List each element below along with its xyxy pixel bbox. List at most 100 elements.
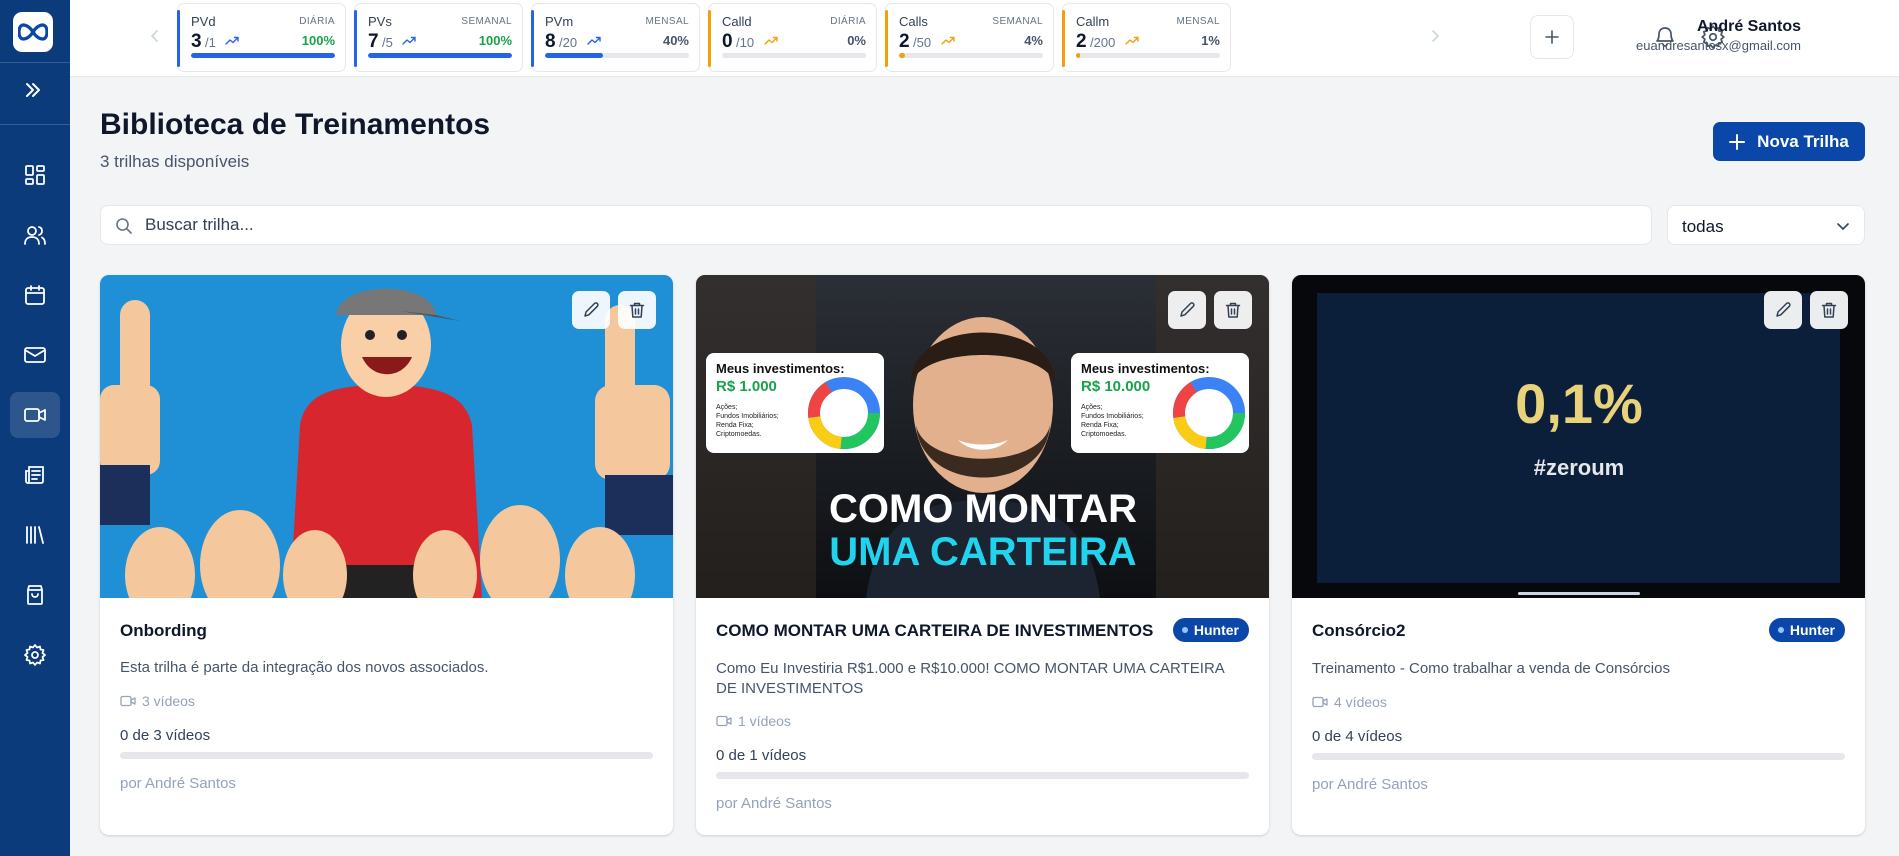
track-title: Onbording bbox=[120, 621, 207, 640]
kpi-progress-fill bbox=[899, 53, 905, 58]
kpi-percent: 100% bbox=[301, 33, 335, 48]
delete-button[interactable] bbox=[1810, 291, 1848, 329]
delete-button[interactable] bbox=[1214, 291, 1252, 329]
app-logo[interactable] bbox=[13, 12, 53, 52]
expand-sidebar-button[interactable] bbox=[17, 76, 49, 104]
kpi-card-pvd[interactable]: PVd DIÁRIA 3/1 100% bbox=[177, 3, 346, 72]
sidebar-item-store[interactable] bbox=[10, 572, 60, 618]
kpi-percent: 40% bbox=[662, 33, 689, 48]
edit-button[interactable] bbox=[1764, 291, 1802, 329]
kpi-name: PVd bbox=[191, 14, 216, 29]
video-icon bbox=[716, 715, 732, 727]
new-track-button[interactable]: Nova Trilha bbox=[1713, 122, 1865, 161]
user-name: André Santos bbox=[1696, 18, 1801, 35]
sidebar-item-library[interactable] bbox=[10, 512, 60, 558]
track-description: Esta trilha é parte da integração dos no… bbox=[120, 659, 489, 676]
panel-left-title: Meus investimentos: bbox=[716, 361, 845, 376]
kpi-accent-bar bbox=[1062, 10, 1065, 67]
shopping-bag-icon bbox=[27, 585, 43, 605]
kpi-target: /1 bbox=[205, 35, 216, 50]
kpi-name: Callm bbox=[1076, 14, 1110, 29]
sidebar-item-dashboard[interactable] bbox=[10, 152, 60, 198]
track-description: Como Eu Investiria R$1.000 e R$10.000! C… bbox=[716, 660, 1224, 697]
track-title: Consórcio2 bbox=[1312, 621, 1406, 640]
kpi-card-calld[interactable]: Calld DIÁRIA 0/10 0% bbox=[708, 3, 877, 72]
kpi-accent-bar bbox=[708, 10, 711, 67]
kpi-next-button[interactable] bbox=[1425, 26, 1445, 46]
search-input[interactable] bbox=[145, 206, 1635, 244]
trash-icon bbox=[1821, 302, 1837, 318]
kpi-period: SEMANAL bbox=[992, 16, 1043, 27]
panel-left-item: Fundos Imobiliários; bbox=[716, 413, 779, 420]
user-email: euandresantosx@gmail.com bbox=[1636, 38, 1801, 53]
progress-bar bbox=[120, 752, 653, 759]
chevron-right-icon bbox=[1432, 30, 1440, 42]
plus-icon bbox=[1729, 133, 1746, 150]
panel-right-title: Meus investimentos: bbox=[1081, 361, 1210, 376]
kpi-progress-fill bbox=[1076, 53, 1081, 58]
kpi-period: DIÁRIA bbox=[830, 16, 866, 27]
pencil-icon bbox=[584, 302, 599, 317]
sidebar-item-trainings[interactable] bbox=[10, 392, 60, 438]
sidebar-item-settings[interactable] bbox=[10, 632, 60, 678]
progress-label: 0 de 1 vídeos bbox=[716, 747, 807, 764]
topbar: PVd DIÁRIA 3/1 100% PVs SEMANAL 7/5 100% PVm MENS… bbox=[70, 0, 1899, 77]
track-card[interactable]: 0,1% #zeroum Consórcio2 Hunter Treinamen… bbox=[1292, 275, 1865, 835]
sidebar-item-users[interactable] bbox=[10, 212, 60, 258]
kpi-accent-bar bbox=[354, 10, 357, 67]
track-description: Treinamento - Como trabalhar a venda de … bbox=[1312, 660, 1670, 677]
track-card[interactable]: Meus investimentos: R$ 1.000 Ações; Fund… bbox=[696, 275, 1269, 835]
video-icon bbox=[24, 408, 46, 422]
panel-right-item: Renda Fixa; bbox=[1081, 422, 1119, 429]
badge-dot bbox=[1777, 627, 1784, 633]
video-count-label: 4 vídeos bbox=[1334, 694, 1387, 710]
kpi-progress-track bbox=[899, 53, 1043, 58]
new-track-label: Nova Trilha bbox=[1757, 131, 1849, 151]
search-icon bbox=[116, 218, 132, 234]
thumb-headline-1: COMO MONTAR bbox=[829, 487, 1137, 531]
kpi-accent-bar bbox=[177, 10, 180, 67]
video-icon bbox=[1312, 696, 1328, 708]
video-count: 4 vídeos bbox=[1312, 694, 1387, 710]
filter-select[interactable]: todas bbox=[1667, 205, 1865, 245]
delete-button[interactable] bbox=[618, 291, 656, 329]
track-title: COMO MONTAR UMA CARTEIRA DE INVESTIMENTO… bbox=[716, 621, 1154, 640]
kpi-progress-track bbox=[1076, 53, 1220, 58]
kpi-percent: 100% bbox=[478, 33, 512, 48]
track-card[interactable]: Onbording Esta trilha é parte da integra… bbox=[100, 275, 673, 835]
page-title: Biblioteca de Treinamentos bbox=[100, 108, 491, 141]
badge-dot bbox=[1181, 627, 1188, 633]
sidebar-item-calendar[interactable] bbox=[10, 272, 60, 318]
kpi-prev-button[interactable] bbox=[145, 26, 165, 46]
kpi-value: 7 bbox=[368, 31, 379, 52]
users-icon bbox=[24, 226, 46, 245]
kpi-progress-track bbox=[368, 53, 512, 58]
panel-right-item: Criptomoedas. bbox=[1081, 431, 1127, 438]
edit-button[interactable] bbox=[572, 291, 610, 329]
trend-up-icon bbox=[586, 36, 601, 45]
kpi-percent: 0% bbox=[847, 33, 866, 48]
pencil-icon bbox=[1776, 302, 1791, 317]
kpi-period: MENSAL bbox=[645, 16, 689, 27]
kpi-card-pvm[interactable]: PVm MENSAL 8/20 40% bbox=[531, 3, 700, 72]
edit-button[interactable] bbox=[1168, 291, 1206, 329]
kpi-value: 2 bbox=[1076, 31, 1087, 52]
sidebar-item-news[interactable] bbox=[10, 452, 60, 498]
category-badge: Hunter bbox=[1172, 618, 1249, 642]
kpi-name: PVs bbox=[368, 14, 392, 29]
kpi-progress-fill bbox=[191, 53, 335, 58]
thumb-headline-2: UMA CARTEIRA bbox=[829, 530, 1136, 574]
category-badge: Hunter bbox=[1768, 618, 1845, 642]
kpi-value: 2 bbox=[899, 31, 910, 52]
infinity-icon bbox=[18, 23, 48, 41]
library-icon bbox=[26, 526, 44, 544]
badge-label: Hunter bbox=[1193, 622, 1239, 638]
kpi-card-callm[interactable]: Callm MENSAL 2/200 1% bbox=[1062, 3, 1231, 72]
pencil-icon bbox=[1180, 302, 1195, 317]
kpi-card-pvs[interactable]: PVs SEMANAL 7/5 100% bbox=[354, 3, 523, 72]
kpi-card-calls[interactable]: Calls SEMANAL 2/50 4% bbox=[885, 3, 1054, 72]
sidebar bbox=[0, 0, 70, 856]
sidebar-divider bbox=[0, 124, 70, 125]
add-kpi-button[interactable] bbox=[1530, 15, 1574, 59]
sidebar-item-mail[interactable] bbox=[10, 332, 60, 378]
